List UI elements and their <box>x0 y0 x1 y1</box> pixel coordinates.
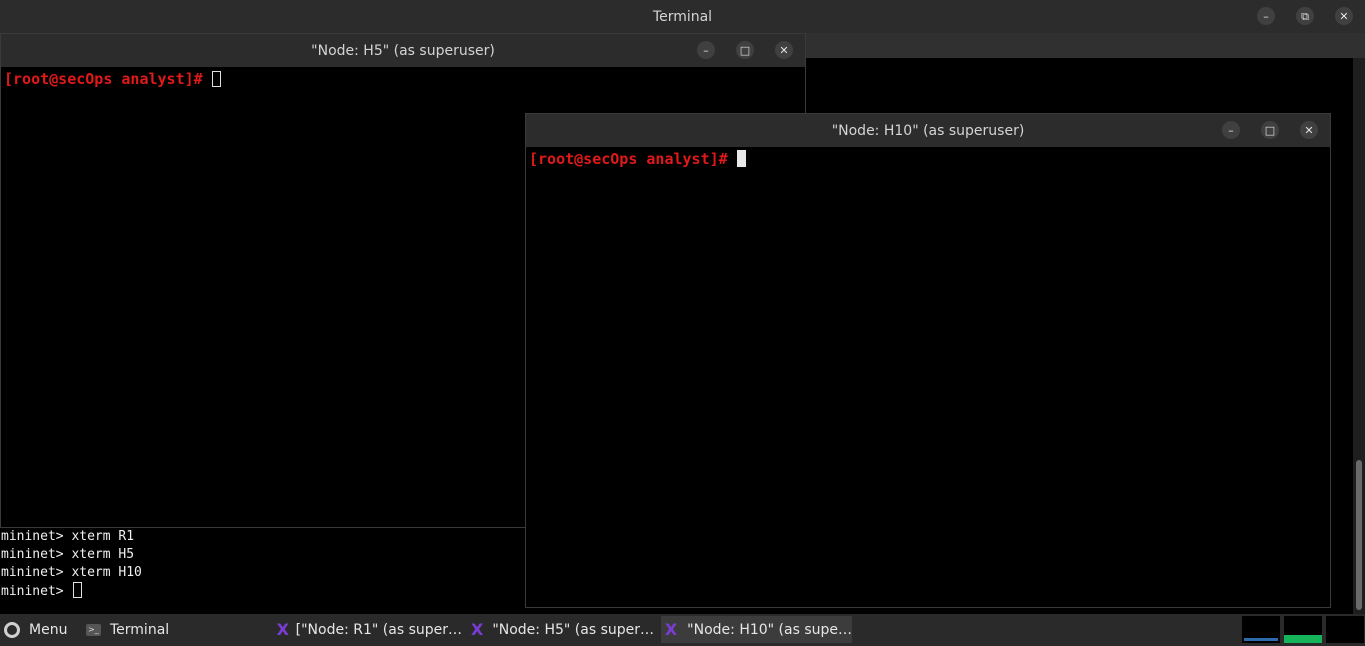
h10-minimize-button[interactable]: – <box>1222 121 1240 139</box>
task-node-r1[interactable]: X ["Node: R1" (as super… <box>276 616 462 643</box>
menu-logo-icon <box>4 621 20 638</box>
cpu-monitor-graph[interactable] <box>1284 616 1322 643</box>
mininet-console[interactable]: mininet> xterm R1 mininet> xterm H5 mini… <box>1 528 525 601</box>
h5-close-button[interactable]: ✕ <box>775 41 793 59</box>
xterm-h10-prompt-line: [root@secOps analyst]# <box>529 150 746 168</box>
mininet-current-line: mininet> <box>1 582 525 601</box>
task-label: "Node: H5" (as super… <box>492 621 654 638</box>
xterm-x-icon: X <box>664 620 678 639</box>
xterm-x-icon: X <box>276 620 289 639</box>
root-prompt: [root@secOps analyst]# <box>529 150 737 168</box>
memory-monitor-graph[interactable] <box>1326 616 1364 643</box>
h10-close-button[interactable]: ✕ <box>1300 121 1318 139</box>
task-label: ["Node: R1" (as super… <box>295 621 462 638</box>
menu-label: Menu <box>29 621 68 638</box>
mininet-line: mininet> xterm H5 <box>1 547 135 562</box>
text-cursor <box>736 150 746 167</box>
h5-minimize-button[interactable]: – <box>697 41 715 59</box>
network-monitor-graph[interactable] <box>1242 616 1280 643</box>
xterm-h5-titlebar[interactable]: "Node: H5" (as superuser) <box>1 34 805 67</box>
terminal-icon: >_ <box>86 623 101 636</box>
taskbar: Menu >_ Terminal X ["Node: R1" (as super… <box>0 614 1365 646</box>
main-scrollbar-thumb[interactable] <box>1356 460 1362 610</box>
h5-maximize-button[interactable]: □ <box>736 41 754 59</box>
mininet-line: mininet> xterm H10 <box>1 565 142 580</box>
root-prompt: [root@secOps analyst]# <box>4 70 212 88</box>
xterm-h5-prompt-line: [root@secOps analyst]# <box>4 70 221 88</box>
xterm-h10-title: "Node: H10" (as superuser) <box>831 122 1025 139</box>
main-terminal-tabstrip <box>806 33 1365 58</box>
h10-maximize-button[interactable]: □ <box>1261 121 1279 139</box>
mininet-line: mininet> xterm R1 <box>1 529 135 544</box>
main-minimize-button[interactable]: – <box>1257 7 1275 25</box>
xterm-x-icon: X <box>470 620 484 639</box>
main-window-titlebar: Terminal <box>0 0 1365 33</box>
main-window-title: Terminal <box>652 8 713 25</box>
task-label: "Node: H10" (as supe… <box>687 621 852 638</box>
xterm-h5-title: "Node: H5" (as superuser) <box>311 42 495 59</box>
task-node-h10[interactable]: X "Node: H10" (as supe… <box>661 616 852 643</box>
xterm-window-h10[interactable]: "Node: H10" (as superuser) – □ ✕ [root@s… <box>525 113 1331 608</box>
main-restore-button[interactable]: ⧉ <box>1296 7 1314 25</box>
mininet-prompt: mininet> <box>1 584 72 599</box>
text-cursor <box>73 582 83 598</box>
terminal-launcher-label: Terminal <box>110 621 170 638</box>
xterm-h10-titlebar[interactable]: "Node: H10" (as superuser) <box>526 114 1330 147</box>
menu-button[interactable]: Menu <box>4 616 82 643</box>
main-close-button[interactable]: ✕ <box>1335 7 1353 25</box>
text-cursor <box>211 71 221 87</box>
terminal-launcher[interactable]: >_ Terminal <box>86 616 186 643</box>
task-node-h5[interactable]: X "Node: H5" (as super… <box>468 616 654 643</box>
